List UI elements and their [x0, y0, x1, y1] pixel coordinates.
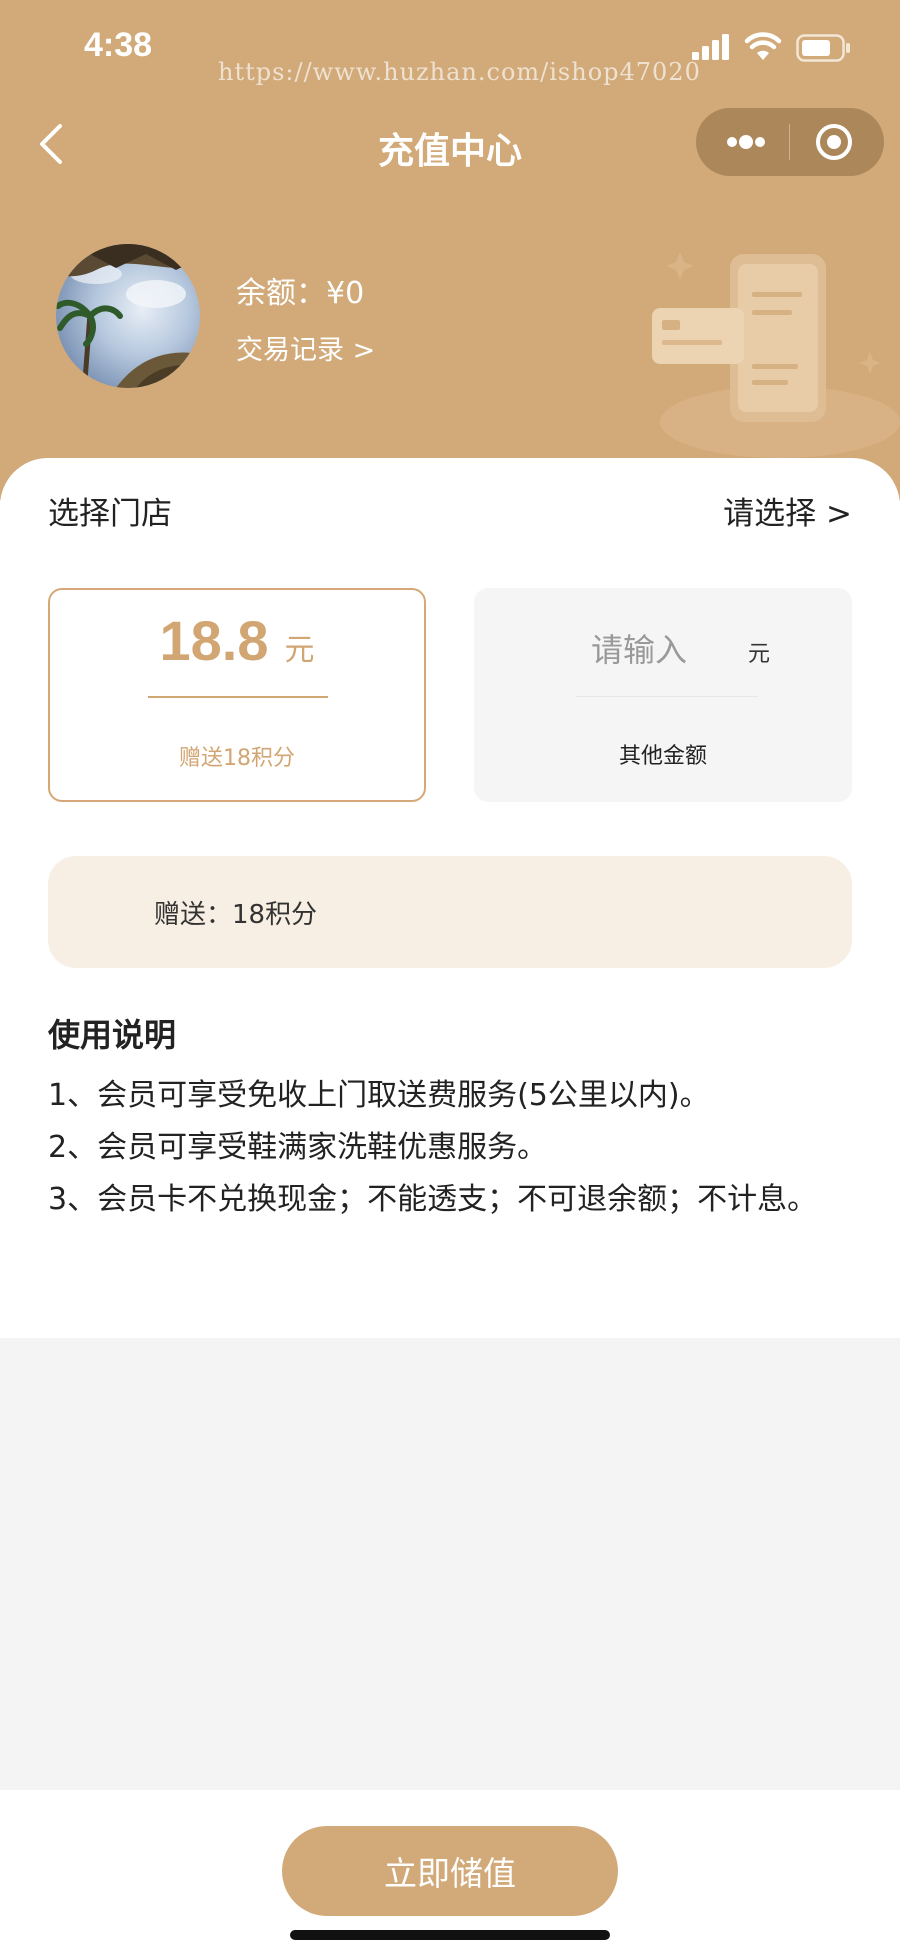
- avatar[interactable]: [56, 244, 200, 388]
- close-miniprogram-button[interactable]: [814, 122, 854, 162]
- custom-amount-label: 其他金额: [618, 744, 707, 769]
- store-selector[interactable]: 选择门店 请选择 >: [0, 458, 900, 562]
- recharge-now-button[interactable]: 立即储值: [282, 1826, 618, 1916]
- target-circle-icon: [816, 124, 852, 160]
- home-indicator: [290, 1930, 610, 1940]
- battery-icon: [796, 34, 850, 62]
- custom-amount-card: 元 其他金额: [474, 588, 852, 802]
- more-dots-icon: [727, 135, 765, 149]
- status-time: 4:38: [84, 26, 153, 64]
- amount-gift-text: 赠送18积分: [179, 746, 295, 771]
- instruction-item: 1、会员可享受免收上门取送费服务(5公里以内)。: [48, 1078, 710, 1113]
- balance-text: 余额：¥0: [236, 276, 365, 311]
- store-select-value: 请选择 >: [723, 496, 852, 532]
- custom-amount-input[interactable]: [574, 628, 704, 672]
- wallet-card-illustration: [652, 252, 900, 458]
- mini-program-capsule: [696, 108, 884, 176]
- instructions-list: 1、会员可享受免收上门取送费服务(5公里以内)。 2、会员可享受鞋满家洗鞋优惠服…: [48, 1070, 858, 1226]
- capsule-divider: [789, 124, 790, 160]
- header: 4:38 https://www.huzhan.com/ishop47020 充…: [0, 0, 900, 500]
- custom-amount-underline: [576, 696, 758, 697]
- watermark: https://www.huzhan.com/ishop47020: [218, 58, 701, 86]
- avatar-photo: [56, 244, 200, 388]
- amount-unit: 元: [284, 633, 315, 668]
- bottom-bar: 立即储值: [0, 1790, 900, 1948]
- gift-banner-text: 赠送：18积分: [154, 900, 318, 930]
- more-menu-button[interactable]: [716, 122, 776, 162]
- instructions-title: 使用说明: [48, 1016, 177, 1054]
- transaction-records-link[interactable]: 交易记录 >: [236, 328, 375, 367]
- store-label: 选择门店: [48, 496, 172, 532]
- nav-bar: 充值中心: [0, 104, 900, 184]
- custom-amount-unit: 元: [748, 642, 771, 667]
- amount-underline: [148, 696, 328, 698]
- instruction-item: 2、会员可享受鞋满家洗鞋优惠服务。: [48, 1130, 548, 1165]
- amount-number: 18.8: [159, 609, 269, 672]
- wifi-icon: [744, 32, 782, 60]
- main-card: 选择门店 请选择 > 18.8 元 赠送18积分 元 其他金额 赠送：18积分 使…: [0, 458, 900, 1338]
- amount-value: 18.8 元: [50, 608, 424, 673]
- status-bar: 4:38 https://www.huzhan.com/ishop47020: [0, 0, 900, 100]
- signal-icon: [692, 34, 729, 60]
- amount-option-card[interactable]: 18.8 元 赠送18积分: [48, 588, 426, 802]
- instruction-item: 3、会员卡不兑换现金；不能透支；不可退余额；不计息。: [48, 1182, 818, 1217]
- gift-banner: 赠送：18积分: [48, 856, 852, 968]
